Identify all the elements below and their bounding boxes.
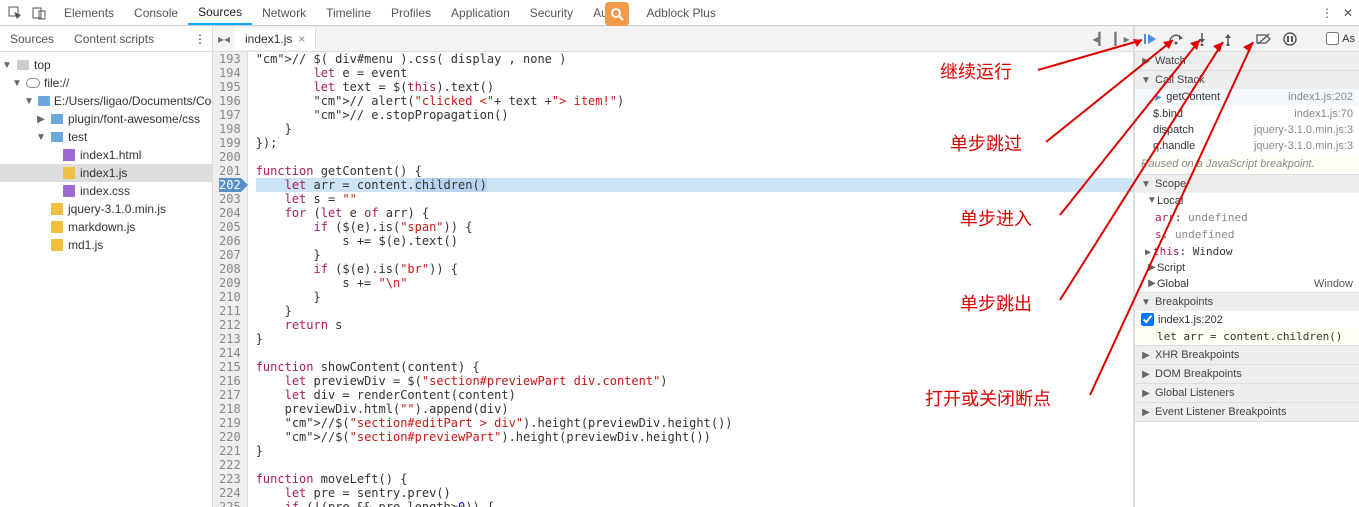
global-listeners-header[interactable]: ▶Global Listeners	[1135, 384, 1359, 402]
device-icon[interactable]	[30, 4, 48, 22]
scope-variable[interactable]: s: undefined	[1135, 226, 1359, 243]
scope-this[interactable]: ▶this: Window	[1135, 243, 1359, 260]
tree-folder-plugin[interactable]: ▶plugin/font-awesome/css	[0, 110, 212, 128]
step-out-button[interactable]	[1217, 29, 1239, 49]
sources-subtab[interactable]: Sources	[0, 28, 64, 50]
tab-security[interactable]: Security	[520, 2, 583, 24]
step-over-button[interactable]	[1165, 29, 1187, 49]
code-body[interactable]: "cm">// $( div#menu ).css( display , non…	[248, 52, 1133, 507]
devtools-top-toolbar: Elements Console Sources Network Timelin…	[0, 0, 1359, 26]
dom-bp-header[interactable]: ▶DOM Breakpoints	[1135, 365, 1359, 383]
close-tab-icon[interactable]: ×	[298, 32, 305, 46]
tree-file-markdown[interactable]: markdown.js	[0, 218, 212, 236]
editor-pane: ▸◂ index1.js × ◂▎ ▎▸ 1931941951961971981…	[213, 26, 1134, 507]
tree-file-md1[interactable]: md1.js	[0, 236, 212, 254]
annotation-step-out: 单步跳出	[960, 290, 1032, 316]
tree-file-origin[interactable]: ▼file://	[0, 74, 212, 92]
tree-file-indexjs[interactable]: index1.js	[0, 164, 212, 182]
tab-timeline[interactable]: Timeline	[316, 2, 381, 24]
navigator-pane: Sources Content scripts ⋮ ▼top ▼file:// …	[0, 26, 213, 507]
tab-sources[interactable]: Sources	[188, 1, 252, 25]
breakpoints-section-header[interactable]: ▼Breakpoints	[1135, 293, 1359, 311]
stack-frame[interactable]: ➤getContentindex1.js:202	[1135, 89, 1359, 106]
breakpoint-code: let arr = content.children()	[1135, 328, 1359, 345]
stack-frame[interactable]: dispatchjquery-3.1.0.min.js:3	[1135, 122, 1359, 138]
toggle-navigator-icon[interactable]: ▸◂	[213, 32, 235, 46]
close-icon[interactable]: ✕	[1343, 6, 1353, 20]
more-icon[interactable]: ⋮	[1321, 6, 1333, 20]
scope-script[interactable]: ▶Script	[1135, 260, 1359, 276]
async-checkbox[interactable]: As	[1326, 32, 1355, 45]
scope-variable[interactable]: arr: undefined	[1135, 209, 1359, 226]
scope-local[interactable]: ▼Local	[1135, 193, 1359, 209]
callstack-body: ➤getContentindex1.js:202$.bindindex1.js:…	[1135, 89, 1359, 154]
tab-network[interactable]: Network	[252, 2, 316, 24]
deactivate-breakpoints-button[interactable]	[1253, 29, 1275, 49]
prev-tab-icon[interactable]: ◂▎	[1089, 32, 1111, 46]
tree-path[interactable]: ▼E:/Users/ligao/Documents/Code	[0, 92, 212, 110]
stack-frame[interactable]: $.bindindex1.js:70	[1135, 106, 1359, 122]
scope-body: ▼Local arr: undefineds: undefined ▶this:…	[1135, 193, 1359, 292]
open-file-tab[interactable]: index1.js ×	[235, 28, 316, 50]
scope-section-header[interactable]: ▼Scope	[1135, 175, 1359, 193]
event-listener-bp-header[interactable]: ▶Event Listener Breakpoints	[1135, 403, 1359, 421]
inspect-icon[interactable]	[6, 4, 24, 22]
step-into-button[interactable]	[1191, 29, 1213, 49]
breakpoint-item[interactable]: index1.js:202	[1135, 311, 1359, 328]
debugger-pane: As ▶Watch ▼Call Stack ➤getContentindex1.…	[1134, 26, 1359, 507]
tree-file-html[interactable]: index1.html	[0, 146, 212, 164]
line-gutter[interactable]: 1931941951961971981992002012022032042052…	[213, 52, 248, 507]
tree-file-css[interactable]: index.css	[0, 182, 212, 200]
highlight-search-icon	[605, 2, 629, 26]
xhr-bp-header[interactable]: ▶XHR Breakpoints	[1135, 346, 1359, 364]
open-file-name: index1.js	[245, 32, 292, 46]
navigator-more-icon[interactable]: ⋮	[188, 32, 212, 46]
tab-application[interactable]: Application	[441, 2, 520, 24]
pause-message: Paused on a JavaScript breakpoint.	[1135, 154, 1359, 174]
tree-file-jquery[interactable]: jquery-3.1.0.min.js	[0, 200, 212, 218]
pause-exceptions-button[interactable]	[1279, 29, 1301, 49]
tab-console[interactable]: Console	[124, 2, 188, 24]
scope-global[interactable]: ▶GlobalWindow	[1135, 276, 1359, 292]
callstack-section-header[interactable]: ▼Call Stack	[1135, 71, 1359, 89]
content-scripts-subtab[interactable]: Content scripts	[64, 28, 164, 50]
tab-profiles[interactable]: Profiles	[381, 2, 441, 24]
annotation-step-over: 单步跳过	[950, 130, 1022, 156]
debugger-toolbar: As	[1135, 26, 1359, 52]
watch-section-header[interactable]: ▶Watch	[1135, 52, 1359, 70]
annotation-resume: 继续运行	[940, 58, 1012, 84]
tree-folder-test[interactable]: ▼test	[0, 128, 212, 146]
tree-top[interactable]: ▼top	[0, 56, 212, 74]
tab-elements[interactable]: Elements	[54, 2, 124, 24]
resume-button[interactable]	[1139, 29, 1161, 49]
tab-adblock[interactable]: Adblock Plus	[636, 2, 725, 24]
stack-frame[interactable]: q.handlejquery-3.1.0.min.js:3	[1135, 138, 1359, 154]
annotation-toggle-bp: 打开或关闭断点	[925, 385, 1051, 411]
annotation-step-into: 单步进入	[960, 205, 1032, 231]
code-area[interactable]: 1931941951961971981992002012022032042052…	[213, 52, 1133, 507]
next-tab-icon[interactable]: ▎▸	[1111, 32, 1133, 46]
file-tree: ▼top ▼file:// ▼E:/Users/ligao/Documents/…	[0, 52, 212, 258]
